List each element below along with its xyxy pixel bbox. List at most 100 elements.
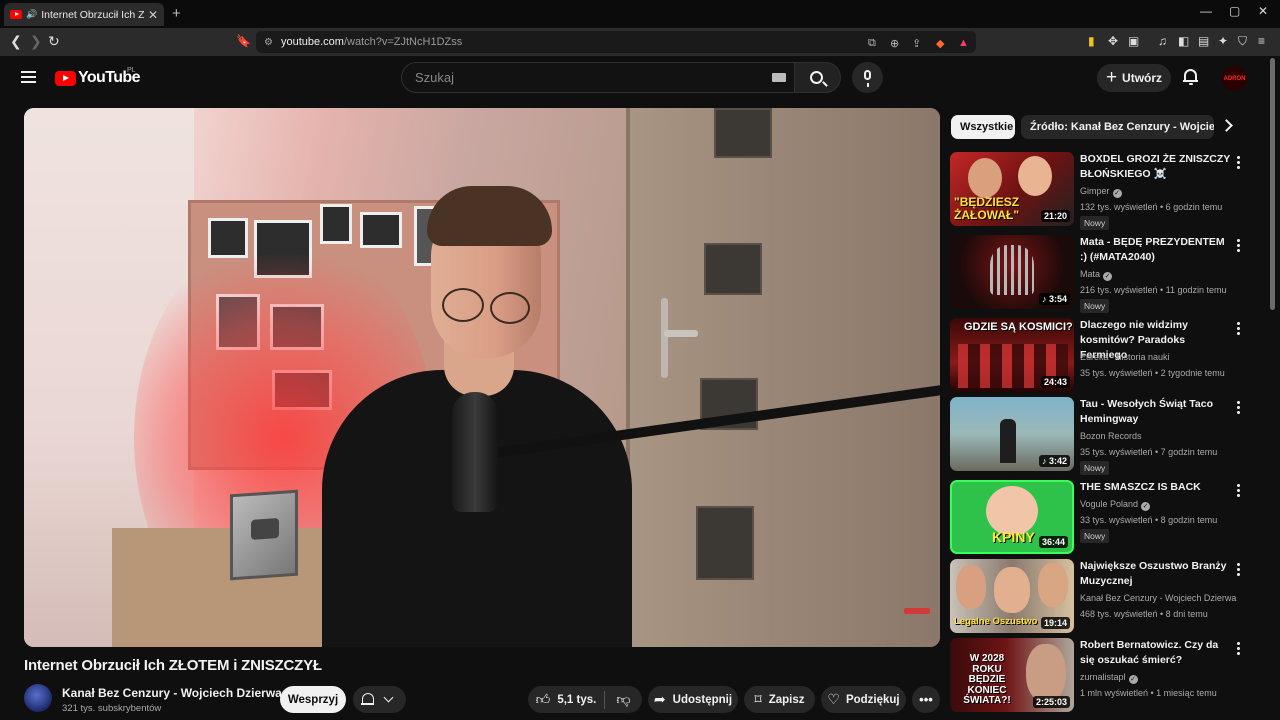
share-button[interactable]: ➦ Udostępnij	[648, 686, 738, 713]
channel-avatar[interactable]	[24, 684, 52, 712]
more-vertical-icon[interactable]	[1237, 484, 1241, 498]
youtube-logo[interactable]: YouTube PL	[55, 67, 140, 87]
video-title: Internet Obrzucił Ich ZŁOTEM i ZNISZCZYŁ	[24, 657, 322, 674]
create-button[interactable]: + Utwórz	[1097, 64, 1171, 92]
maximize-window-icon[interactable]: ▢	[1229, 4, 1240, 18]
channel-name[interactable]: Kanał Bez Cenzury - Wojciech Dzierwa	[62, 686, 282, 700]
speaker-icon[interactable]: 🔊	[26, 9, 37, 20]
video-player[interactable]	[24, 108, 940, 647]
brave-rewards-icon[interactable]: ▲	[958, 37, 969, 49]
puzzle-extensions-icon[interactable]: ✥	[1108, 34, 1118, 48]
recommendation-title[interactable]: THE SMASZCZ IS BACK	[1080, 480, 1232, 495]
more-vertical-icon[interactable]	[1237, 401, 1241, 415]
recommendation-thumbnail[interactable]: W 2028 ROKU BĘDZIE KONIEC ŚWIATA?! 2:25:…	[950, 638, 1074, 712]
address-bar[interactable]: ⚙ youtube.com/watch?v=ZJtNcH1DZss ⧉ ⊕ ⇪ …	[256, 31, 976, 53]
leo-ai-icon[interactable]: ✦	[1218, 34, 1228, 48]
share-label: Udostępnij	[672, 693, 733, 706]
recommendation-title[interactable]: Mata - BĘDĘ PREZYDENTEM :) (#MATA2040)	[1080, 235, 1232, 265]
recommendation-channel[interactable]: zurnalistapl ✓	[1080, 672, 1138, 684]
recommendation-title[interactable]: Robert Bernatowicz. Czy da się oszukać ś…	[1080, 638, 1232, 668]
recommendation-item[interactable]: GDZIE SĄ KOSMICI? 24:43 Dlaczego nie wid…	[950, 318, 1255, 392]
notifications-bell-icon[interactable]	[1183, 69, 1198, 85]
more-vertical-icon[interactable]	[1237, 563, 1241, 577]
recommendation-thumbnail[interactable]: KPINY 36:44	[950, 480, 1074, 554]
menu-icon[interactable]: ≡	[1258, 34, 1265, 48]
recommendation-item[interactable]: ♪ 3:54 Mata - BĘDĘ PREZYDENTEM :) (#MATA…	[950, 235, 1255, 313]
recommendation-thumbnail[interactable]: ♪ 3:54	[950, 235, 1074, 309]
recommendation-thumbnail[interactable]: GDZIE SĄ KOSMICI? 24:43	[950, 318, 1074, 392]
chip-all[interactable]: Wszystkie	[951, 115, 1015, 139]
account-avatar[interactable]: ADRON	[1222, 66, 1247, 91]
recommendation-item[interactable]: W 2028 ROKU BĘDZIE KONIEC ŚWIATA?! 2:25:…	[950, 638, 1255, 712]
more-vertical-icon[interactable]	[1237, 239, 1241, 253]
video-frame-person-hair	[427, 186, 552, 246]
sidebar-icon[interactable]: ◧	[1178, 34, 1189, 48]
vpn-icon[interactable]: ⛉	[1238, 34, 1247, 49]
screenshot-icon[interactable]: ▣	[1128, 34, 1139, 48]
recommendation-channel[interactable]: Eureka - historia nauki	[1080, 352, 1170, 362]
recommendation-channel[interactable]: Kanał Bez Cenzury - Wojciech Dzierwa	[1080, 593, 1236, 603]
chip-source-channel[interactable]: Źródło: Kanał Bez Cenzury - Wojciech Dzi…	[1021, 115, 1214, 139]
recommendation-title[interactable]: BOXDEL GROZI ŻE ZNISZCZY BŁOŃSKIEGO ☠️	[1080, 152, 1232, 182]
browser-tab-youtube[interactable]: 🔊 Internet Obrzucił Ich ZŁOTEM i ZNISZCZ…	[4, 3, 164, 26]
thanks-button[interactable]: ♡ Podziękuj	[821, 686, 906, 713]
recommendation-meta: 33 tys. wyświetleń • 8 godzin temu	[1080, 515, 1218, 525]
brave-shields-icon[interactable]: ◆	[936, 37, 944, 50]
keyboard-icon[interactable]	[772, 73, 786, 82]
video-watermark	[904, 608, 930, 614]
recommendation-meta: 35 tys. wyświetleń • 7 godzin temu	[1080, 447, 1218, 457]
bookmark-save-icon: ⌑	[754, 691, 762, 707]
scrollbar-thumb[interactable]	[1270, 58, 1275, 310]
forward-button[interactable]: ❯	[30, 33, 42, 50]
recommendation-thumbnail[interactable]: Legalne Oszustwo 19:14	[950, 559, 1074, 633]
recommendation-item[interactable]: KPINY 36:44 THE SMASZCZ IS BACK Vogule P…	[950, 480, 1255, 554]
recommendation-channel[interactable]: Bozon Records	[1080, 431, 1142, 441]
channel-name-text: Eureka - historia nauki	[1080, 352, 1170, 362]
new-tab-button[interactable]: +	[172, 5, 181, 22]
recommendation-title[interactable]: Tau - Wesołych Świąt Taco Hemingway	[1080, 397, 1232, 427]
close-window-icon[interactable]: ✕	[1258, 4, 1268, 18]
minimize-window-icon[interactable]: —	[1200, 4, 1212, 18]
recommendation-item[interactable]: ♪ 3:42 Tau - Wesołych Świąt Taco Hemingw…	[950, 397, 1255, 475]
dislike-button[interactable]: 👎︎	[605, 686, 642, 713]
site-info-icon[interactable]: ⚙	[264, 37, 273, 48]
close-tab-icon[interactable]: ✕	[148, 8, 158, 22]
voice-search-button[interactable]	[852, 62, 883, 93]
zoom-icon[interactable]: ⊕	[890, 37, 899, 50]
bookmark-icon[interactable]: 🔖	[236, 34, 251, 48]
open-in-app-icon[interactable]: ⧉	[868, 37, 876, 50]
youtube-favicon-icon	[10, 10, 22, 19]
more-vertical-icon[interactable]	[1237, 322, 1241, 336]
share-icon: ➦	[653, 691, 666, 707]
recommendation-item[interactable]: "BĘDZIESZ ŻAŁOWAŁ" 21:20 BOXDEL GROZI ŻE…	[950, 152, 1255, 230]
thanks-heart-icon: ♡	[827, 691, 840, 707]
guide-menu-icon[interactable]	[21, 71, 36, 83]
chevron-right-icon[interactable]	[1220, 119, 1233, 132]
support-button[interactable]: Wesprzyj	[280, 686, 346, 713]
recommendation-channel[interactable]: Gimper ✓	[1080, 186, 1122, 198]
more-vertical-icon[interactable]	[1237, 156, 1241, 170]
back-button[interactable]: ❮	[10, 33, 22, 50]
recommendation-thumbnail[interactable]: ♪ 3:42	[950, 397, 1074, 471]
verified-check-icon: ✓	[1103, 272, 1113, 281]
recommendation-channel[interactable]: Mata ✓	[1080, 269, 1113, 281]
search-button[interactable]	[795, 62, 841, 93]
wallet-icon[interactable]: ▤	[1198, 34, 1209, 48]
recommendation-title[interactable]: Największe Oszustwo Branży Muzycznej	[1080, 559, 1232, 589]
recommendation-item[interactable]: Legalne Oszustwo 19:14 Największe Oszust…	[950, 559, 1255, 633]
channel-name-text: Mata	[1080, 269, 1101, 279]
more-vertical-icon[interactable]	[1237, 642, 1241, 656]
more-actions-button[interactable]: •••	[912, 686, 940, 713]
media-icon[interactable]: ♫	[1158, 34, 1167, 48]
save-button[interactable]: ⌑ Zapisz	[744, 686, 815, 713]
like-button[interactable]: 👍︎ 5,1 tys.	[528, 686, 604, 713]
search-input[interactable]: Szukaj	[401, 62, 795, 93]
recommendation-channel[interactable]: Vogule Poland ✓	[1080, 499, 1151, 511]
recommendation-meta: 35 tys. wyświetleń • 2 tygodnie temu	[1080, 368, 1225, 378]
recommendation-thumbnail[interactable]: "BĘDZIESZ ŻAŁOWAŁ" 21:20	[950, 152, 1074, 226]
share-page-icon[interactable]: ⇪	[912, 37, 921, 50]
extension-icon[interactable]: ▮	[1088, 34, 1095, 48]
page-scrollbar[interactable]	[1269, 56, 1276, 720]
notification-settings-button[interactable]	[353, 686, 406, 713]
reload-icon[interactable]: ↻	[48, 33, 60, 50]
